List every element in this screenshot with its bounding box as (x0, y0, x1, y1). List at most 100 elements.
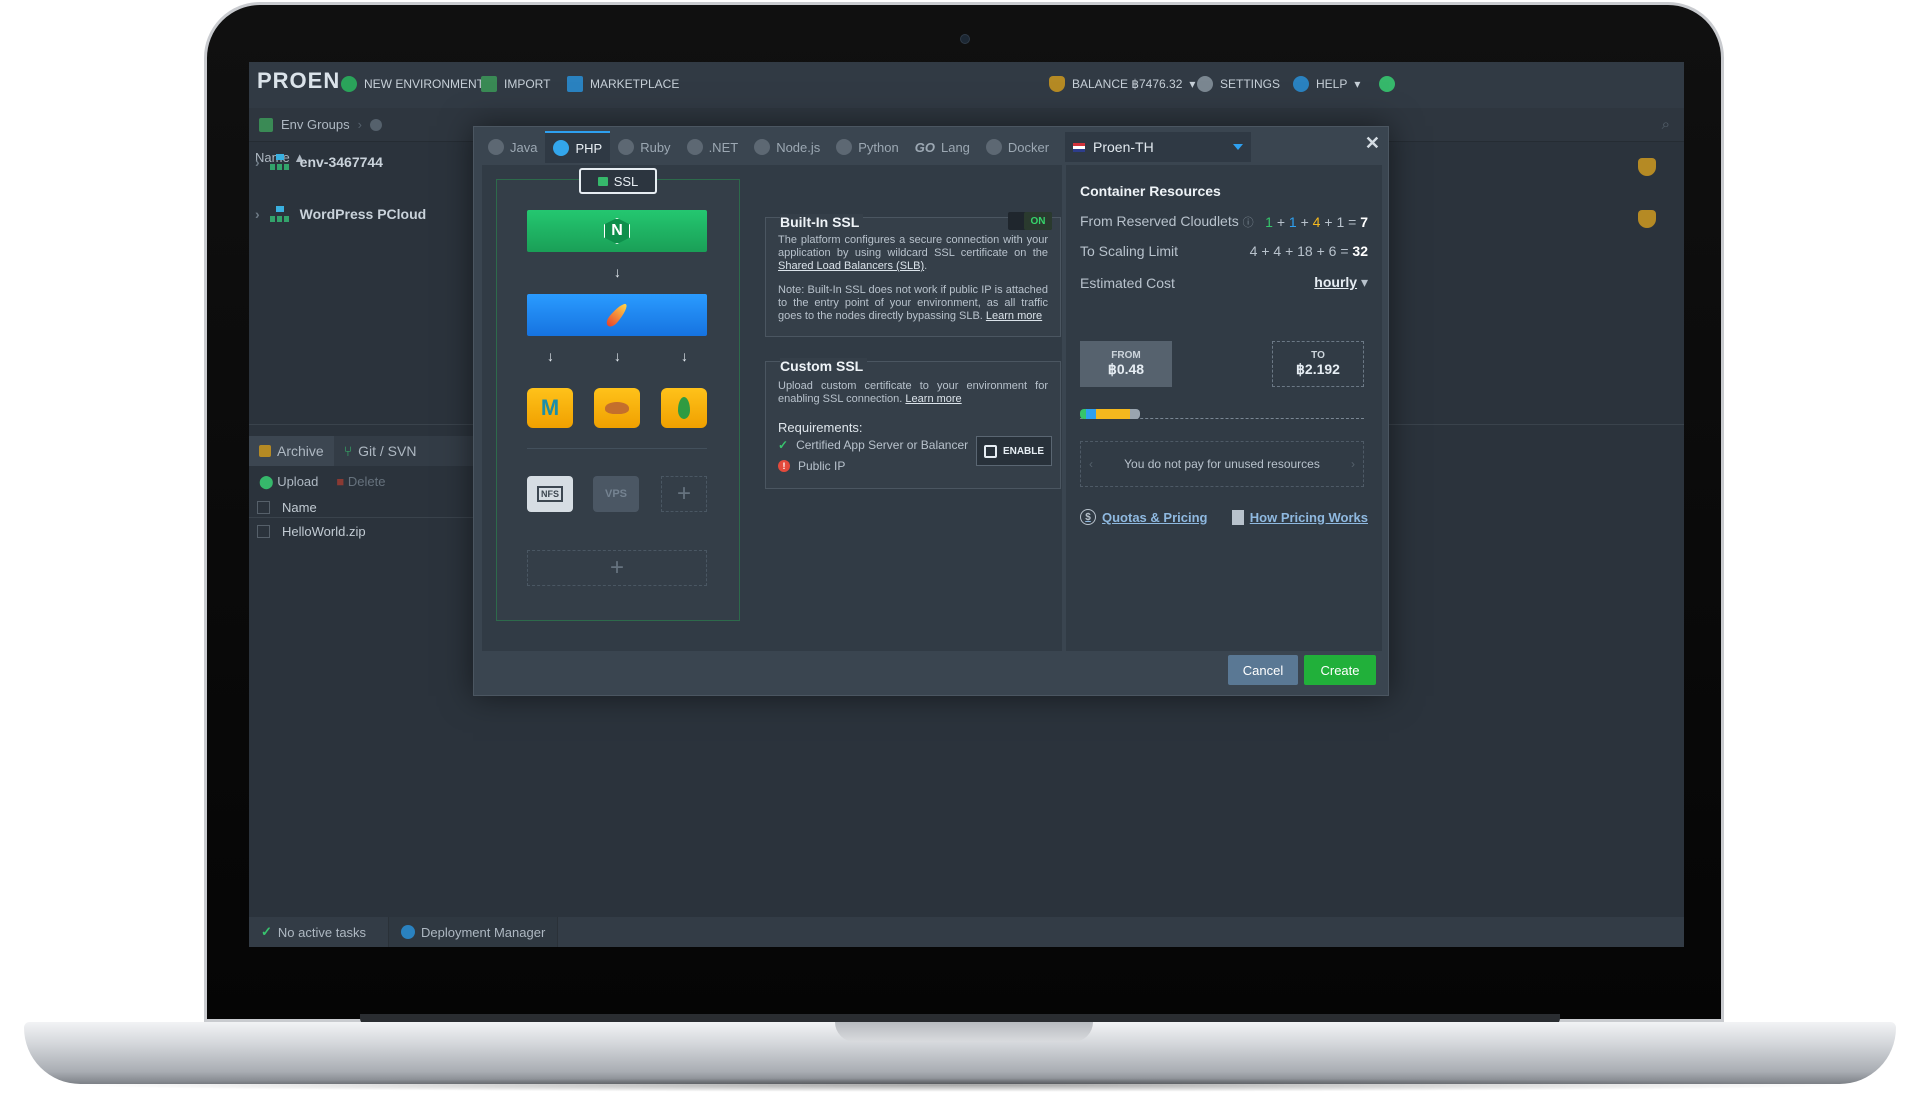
arrow-down-icon: ↓ (547, 348, 554, 364)
lock-icon (597, 176, 608, 186)
settings-button[interactable]: SETTINGS (1197, 76, 1280, 92)
marketplace-icon (567, 76, 583, 92)
tab-dotnet[interactable]: .NET (679, 131, 747, 163)
builtin-ssl-toggle[interactable]: ON (1008, 212, 1052, 230)
ssl-button[interactable]: SSL (579, 168, 657, 194)
import-button[interactable]: IMPORT (481, 76, 550, 92)
chevron-left-icon[interactable]: ‹ (1089, 457, 1093, 471)
archive-icon (259, 445, 271, 457)
upload-button[interactable]: ⬤ Upload (259, 474, 318, 490)
user-menu[interactable] (1379, 76, 1395, 92)
shared-lb-link[interactable]: Shared Load Balancers (SLB) (778, 260, 924, 272)
env-row[interactable]: › env-3467744 (255, 154, 475, 170)
chevron-right-icon[interactable]: › (255, 154, 260, 170)
mongodb-leaf-icon (678, 397, 690, 419)
close-icon[interactable]: ✕ (1365, 133, 1380, 154)
cost-range-bar (1080, 409, 1364, 419)
custom-ssl-title: Custom SSL (780, 358, 868, 374)
balance-dropdown[interactable]: BALANCE ฿7476.32 ▾ (1049, 76, 1195, 92)
resources-title: Container Resources (1080, 183, 1221, 199)
plus-icon: + (609, 554, 624, 581)
vps-node[interactable]: VPS (593, 476, 639, 512)
cost-period-dropdown[interactable]: hourly ▾ (1314, 274, 1368, 291)
php-elephant-icon (553, 140, 570, 156)
select-all-checkbox[interactable] (257, 500, 270, 514)
row-checkbox[interactable] (257, 524, 270, 538)
apache-feather-icon (604, 301, 630, 329)
pricing-links: $ Quotas & Pricing How Pricing Works (1080, 509, 1368, 525)
container-resources-panel: Container Resources From Reserved Cloudl… (1066, 165, 1382, 651)
add-layer-button[interactable]: + (527, 550, 707, 586)
mariadb-seal-icon (605, 402, 629, 414)
top-bar: PROEN NEW ENVIRONMENT IMPORT MARKETPLACE… (249, 62, 1684, 108)
gear-icon (1197, 76, 1213, 92)
builtin-ssl-note: Note: Built-In SSL does not work if publ… (778, 284, 1048, 322)
search-icon[interactable]: ⌕ (1662, 116, 1670, 133)
groups-icon (259, 117, 273, 132)
table-row[interactable]: HelloWorld.zip (249, 520, 479, 542)
cost-to-box: TO ฿2.192 (1272, 341, 1364, 387)
app-screen: PROEN NEW ENVIRONMENT IMPORT MARKETPLACE… (249, 62, 1684, 947)
chevron-down-icon (1233, 144, 1243, 150)
tab-php[interactable]: PHP (545, 131, 611, 163)
upload-icon: ⬤ (259, 474, 274, 489)
document-icon (1231, 509, 1244, 525)
tasks-status[interactable]: ✓ No active tasks (249, 917, 389, 947)
reserved-cloudlets-value: 1 + 1 + 4 + 1 = 7 (1265, 213, 1368, 230)
learn-more-link[interactable]: Learn more (986, 310, 1042, 322)
nginx-balancer-node[interactable]: N (527, 210, 707, 252)
tab-java[interactable]: Java (480, 131, 545, 163)
cancel-button[interactable]: Cancel (1228, 655, 1298, 685)
tab-archive[interactable]: Archive (249, 436, 334, 466)
arrow-down-icon: ↓ (614, 264, 621, 280)
chevron-down-icon: ▾ (1189, 77, 1196, 91)
mongodb-node[interactable] (661, 388, 707, 428)
trash-icon: ■ (336, 474, 345, 489)
deployment-manager-tab[interactable]: Deployment Manager (389, 917, 559, 947)
tab-golang[interactable]: GO Lang (907, 131, 978, 163)
tab-nodejs[interactable]: Node.js (746, 131, 828, 163)
region-selector[interactable]: Proen-TH (1065, 132, 1251, 162)
requirement-item: ✓ Certified App Server or Balancer (778, 438, 969, 452)
tab-git-svn[interactable]: ⑂ Git / SVN (334, 436, 427, 466)
env-groups-breadcrumb[interactable]: Env Groups › (259, 117, 382, 132)
gear-icon[interactable] (370, 118, 382, 131)
requirements-label: Requirements: (778, 420, 863, 435)
error-icon: ! (778, 460, 790, 472)
plus-circle-icon (341, 76, 357, 92)
mariadb-node[interactable] (594, 388, 640, 428)
chevron-right-icon[interactable]: › (255, 206, 260, 222)
add-node-button[interactable]: + (661, 476, 707, 512)
proen-logo[interactable]: PROEN (257, 68, 339, 102)
engine-tabs: Java PHP Ruby .NET Node.js Python GO Lang… (480, 131, 1080, 163)
money-bag-icon (1049, 76, 1065, 92)
nfs-storage-node[interactable]: NFS (527, 476, 573, 512)
env-row[interactable]: › WordPress PCloud (255, 206, 475, 222)
quotas-pricing-link[interactable]: $ Quotas & Pricing (1080, 509, 1207, 525)
marketplace-button[interactable]: MARKETPLACE (567, 76, 679, 92)
python-icon (836, 139, 853, 155)
apache-app-server-node[interactable] (527, 294, 707, 336)
info-icon[interactable]: ⓘ (1243, 217, 1254, 229)
chevron-right-icon[interactable]: › (1351, 457, 1355, 471)
environment-icon (269, 206, 290, 222)
docker-icon (985, 139, 1002, 155)
delete-button[interactable]: ■ Delete (336, 474, 385, 490)
laptop-notch (835, 1022, 1093, 1042)
nginx-icon: N (604, 218, 630, 244)
requirement-item: ! Public IP (778, 459, 845, 473)
help-dropdown[interactable]: HELP ▾ (1293, 76, 1360, 92)
money-bag-icon (1638, 158, 1656, 176)
mysql-node[interactable]: M (527, 388, 573, 428)
tab-ruby[interactable]: Ruby (610, 131, 678, 163)
tab-python[interactable]: Python (828, 131, 906, 163)
learn-more-link[interactable]: Learn more (905, 393, 961, 405)
tab-docker[interactable]: Docker (978, 131, 1057, 163)
cost-from-box: FROM ฿0.48 (1080, 341, 1172, 387)
how-pricing-works-link[interactable]: How Pricing Works (1231, 509, 1368, 525)
help-icon (1293, 76, 1309, 92)
new-environment-button[interactable]: NEW ENVIRONMENT (341, 76, 484, 92)
enable-custom-ssl-button[interactable]: ENABLE (976, 436, 1052, 466)
create-button[interactable]: Create (1304, 655, 1376, 685)
header-row: Name (249, 496, 479, 518)
